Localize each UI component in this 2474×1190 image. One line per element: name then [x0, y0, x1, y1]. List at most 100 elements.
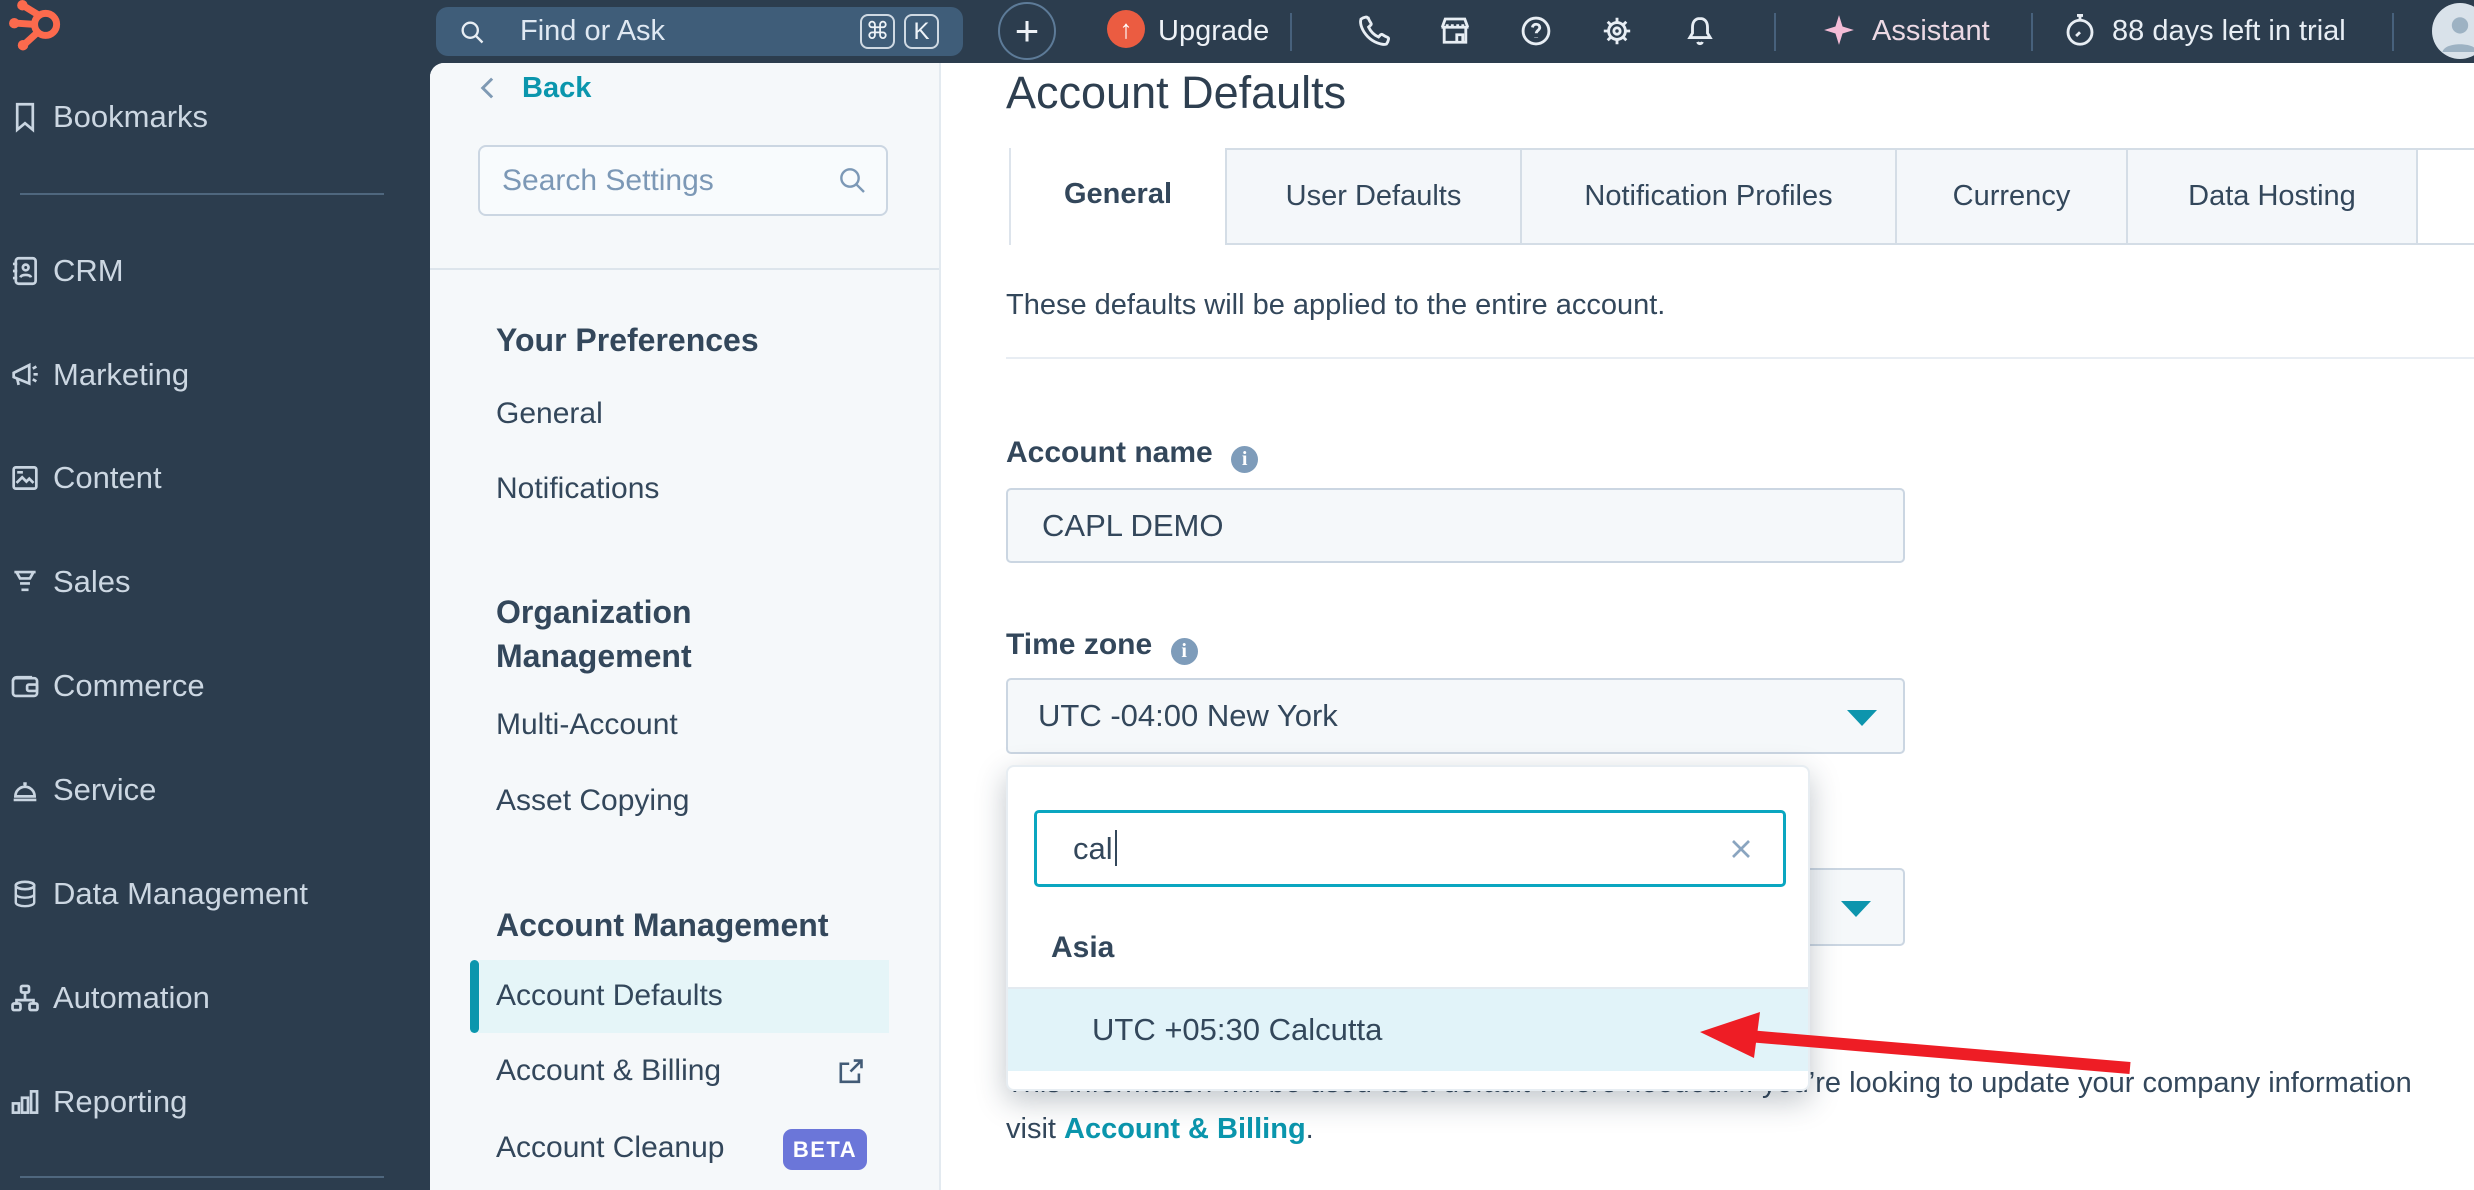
footnote-line2: visit Account & Billing. [1006, 1113, 1314, 1145]
topbar-divider [2392, 13, 2394, 51]
settings-search-placeholder: Search Settings [502, 164, 714, 197]
upgrade-label: Upgrade [1158, 15, 1270, 47]
settings-section-heading: Your Preferences [496, 322, 759, 358]
hubspot-settings-app: Find or Ask ⌘ K + ↑ Upgrade Assistant 88… [0, 0, 2474, 1190]
tab-bar: General User Defaults Notification Profi… [1009, 148, 2474, 245]
settings-item-account-billing[interactable]: Account & Billing [496, 1051, 721, 1091]
sidebar-item-data-management[interactable]: Data Management [0, 874, 430, 914]
info-icon[interactable]: i [1170, 638, 1198, 665]
settings-item-multi-account[interactable]: Multi-Account [496, 705, 678, 745]
user-avatar[interactable] [2432, 3, 2474, 59]
crm-icon [12, 256, 37, 286]
assistant-button[interactable]: Assistant [1872, 0, 1990, 63]
service-icon [13, 782, 37, 802]
sidebar-item-sales[interactable]: Sales [0, 562, 430, 602]
calling-icon[interactable] [1356, 13, 1392, 49]
selected-indicator-bar [470, 960, 479, 1033]
settings-section-heading: Account Management [496, 907, 829, 943]
settings-item-notifications[interactable]: Notifications [496, 469, 659, 509]
upgrade-arrow-icon: ↑ [1107, 10, 1145, 48]
intro-text: These defaults will be applied to the en… [1006, 289, 1666, 321]
sidebar-item-reporting[interactable]: Reporting [0, 1082, 430, 1122]
account-name-label: Account name [1006, 436, 1213, 469]
settings-item-asset-copying[interactable]: Asset Copying [496, 781, 689, 821]
tab-bar-filler [2418, 148, 2474, 245]
sidebar-divider [20, 1176, 384, 1178]
settings-item-account-defaults-selected[interactable]: Account Defaults [470, 960, 889, 1033]
sidebar-divider [20, 193, 384, 195]
time-zone-value: UTC -04:00 New York [1038, 698, 1338, 733]
page-title: Account Defaults [1006, 67, 1347, 118]
tab-user-defaults[interactable]: User Defaults [1227, 148, 1522, 245]
sidebar-item-commerce[interactable]: Commerce [0, 666, 430, 706]
k-key-badge: K [904, 14, 939, 49]
notifications-bell-icon[interactable] [1682, 13, 1718, 49]
person-icon [2442, 17, 2474, 52]
marketplace-icon[interactable] [1437, 13, 1473, 49]
chevron-down-icon [1847, 710, 1877, 726]
global-search[interactable]: Find or Ask ⌘ K [436, 7, 963, 56]
sidebar-item-crm[interactable]: CRM [0, 251, 430, 291]
account-name-value: CAPL DEMO [1042, 508, 1224, 543]
settings-item-general[interactable]: General [496, 394, 603, 434]
sidebar-item-automation[interactable]: Automation [0, 978, 430, 1018]
hubspot-logo-icon[interactable] [6, 0, 62, 58]
settings-gear-icon[interactable] [1599, 13, 1635, 49]
account-name-input[interactable]: CAPL DEMO [1006, 488, 1905, 563]
beta-badge: BETA [783, 1129, 867, 1170]
content-divider [1006, 357, 2474, 359]
workflow-icon [11, 984, 39, 1012]
text-cursor [1114, 830, 1118, 866]
info-icon[interactable]: i [1231, 446, 1259, 473]
topbar-divider [1774, 13, 1776, 51]
tab-data-hosting[interactable]: Data Hosting [2128, 148, 2418, 245]
search-icon [461, 21, 484, 44]
commerce-icon [11, 675, 39, 698]
top-navigation-bar: Find or Ask ⌘ K + ↑ Upgrade Assistant 88… [0, 0, 2474, 63]
dropdown-group-label: Asia [1051, 931, 1115, 964]
tab-notification-profiles[interactable]: Notification Profiles [1522, 148, 1897, 245]
time-zone-label: Time zone [1006, 628, 1153, 661]
settings-divider [430, 268, 939, 270]
settings-section-heading: Organization Management [496, 594, 692, 674]
dropdown-option-calcutta[interactable]: UTC +05:30 Calcutta [1008, 989, 1808, 1071]
trial-countdown[interactable]: 88 days left in trial [2112, 0, 2346, 63]
primary-sidebar: Bookmarks CRM Marketing Content Sales Co… [0, 63, 430, 1190]
help-icon[interactable] [1518, 13, 1554, 49]
content-icon [12, 466, 38, 490]
clear-x-icon[interactable] [1725, 833, 1757, 865]
search-icon [840, 168, 865, 193]
account-billing-link[interactable]: Account & Billing [1064, 1113, 1306, 1145]
tab-currency[interactable]: Currency [1897, 148, 2128, 245]
database-icon [14, 880, 36, 908]
time-zone-dropdown: cal Asia UTC +05:30 Calcutta [1006, 765, 1810, 1091]
cmd-key-badge: ⌘ [860, 14, 895, 49]
time-zone-select[interactable]: UTC -04:00 New York [1006, 678, 1905, 754]
chevron-down-icon [1841, 901, 1871, 917]
topbar-divider [1290, 13, 1292, 51]
settings-sidebar: Back Search Settings Your Preferences Ge… [430, 63, 941, 1190]
external-link-icon[interactable] [835, 1056, 866, 1087]
tab-general[interactable]: General [1009, 148, 1227, 245]
sidebar-item-marketing[interactable]: Marketing [0, 355, 430, 395]
sidebar-item-bookmarks[interactable]: Bookmarks [0, 97, 430, 137]
chart-icon [11, 1090, 39, 1114]
assistant-sparkle-icon [1824, 15, 1854, 45]
megaphone-icon [12, 362, 38, 386]
time-zone-label-row: Time zone i [1006, 627, 1198, 668]
trial-timer-icon [2066, 14, 2094, 46]
dropdown-search-value: cal [1073, 813, 1118, 884]
chevron-left-icon [480, 77, 494, 99]
account-name-label-row: Account name i [1006, 435, 1259, 476]
global-search-placeholder: Find or Ask [520, 15, 666, 47]
dropdown-search-input[interactable]: cal [1034, 810, 1786, 887]
topbar-divider [2031, 13, 2033, 51]
sidebar-item-service[interactable]: Service [0, 770, 430, 810]
settings-search-input[interactable]: Search Settings [478, 145, 888, 216]
sales-icon [14, 570, 36, 592]
account-defaults-panel: Account Defaults General User Defaults N… [941, 63, 2474, 1190]
create-button[interactable]: + [998, 2, 1056, 60]
settings-card: Back Search Settings Your Preferences Ge… [430, 63, 2474, 1190]
sidebar-item-content[interactable]: Content [0, 458, 430, 498]
settings-item-account-cleanup[interactable]: Account Cleanup [496, 1128, 725, 1168]
